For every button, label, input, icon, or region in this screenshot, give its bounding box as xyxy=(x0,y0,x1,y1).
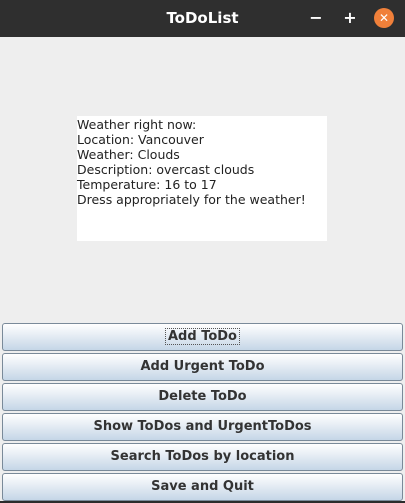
add-urgent-todo-label: Add Urgent ToDo xyxy=(140,359,265,374)
show-todos-label: Show ToDos and UrgentToDos xyxy=(93,419,312,434)
save-and-quit-button[interactable]: Save and Quit xyxy=(2,473,403,501)
app-window: ToDoList − + ✕ Weather right now: Locati… xyxy=(0,0,405,501)
add-todo-label: Add ToDo xyxy=(165,328,240,345)
close-icon[interactable]: ✕ xyxy=(374,8,394,28)
maximize-icon[interactable]: + xyxy=(340,8,360,28)
weather-condition: Weather: Clouds xyxy=(77,147,180,162)
weather-panel: Weather right now: Location: Vancouver W… xyxy=(77,116,327,241)
minimize-icon[interactable]: − xyxy=(306,8,326,28)
show-todos-button[interactable]: Show ToDos and UrgentToDos xyxy=(2,413,403,441)
weather-temperature: Temperature: 16 to 17 xyxy=(77,177,217,192)
weather-heading: Weather right now: xyxy=(77,117,197,132)
delete-todo-button[interactable]: Delete ToDo xyxy=(2,383,403,411)
title-bar[interactable]: ToDoList − + ✕ xyxy=(0,0,405,37)
add-urgent-todo-button[interactable]: Add Urgent ToDo xyxy=(2,353,403,381)
weather-advice: Dress appropriately for the weather! xyxy=(77,192,306,207)
weather-location: Location: Vancouver xyxy=(77,132,204,147)
delete-todo-label: Delete ToDo xyxy=(158,389,247,404)
weather-description: Description: overcast clouds xyxy=(77,162,255,177)
save-and-quit-label: Save and Quit xyxy=(151,479,254,494)
search-todos-button[interactable]: Search ToDos by location xyxy=(2,443,403,471)
button-panel: Add ToDo Add Urgent ToDo Delete ToDo Sho… xyxy=(2,323,403,503)
add-todo-button[interactable]: Add ToDo xyxy=(2,323,403,351)
search-todos-label: Search ToDos by location xyxy=(110,449,295,464)
